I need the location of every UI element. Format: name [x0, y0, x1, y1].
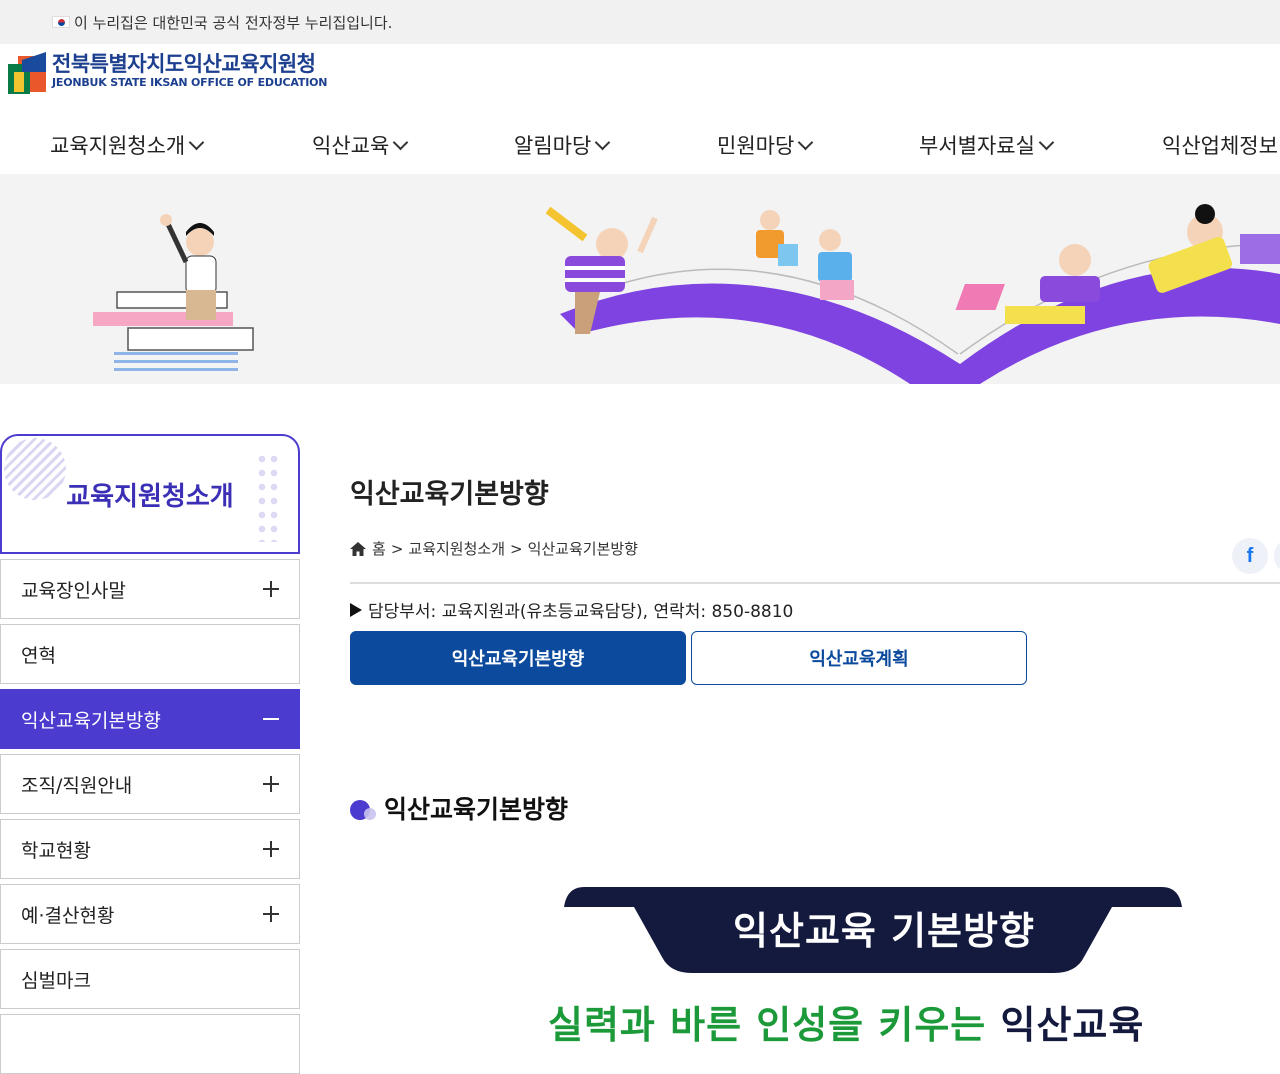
lnb-item-symbol[interactable]: 심벌마크 [0, 949, 300, 1009]
gnb-item-about[interactable]: 교육지원청소개 [50, 130, 205, 160]
gnb-item-iksan-edu[interactable]: 익산교육 [312, 130, 409, 160]
logo-subtitle: JEONBUK STATE IKSAN OFFICE OF EDUCATION [52, 76, 328, 89]
logo-title: 전북특별자치도익산교육지원청 [52, 52, 316, 76]
gnb-item-company[interactable]: 익산업체정보 [1162, 130, 1278, 160]
plus-icon [263, 906, 279, 922]
lnb-item-history[interactable]: 연혁 [0, 624, 300, 684]
triangle-right-icon [350, 602, 362, 617]
lnb-title: 교육지원청소개 [0, 434, 300, 554]
facebook-icon: f [1246, 544, 1254, 567]
dept-info: 담당부서: 교육지원과(유초등교육담당), 연락처: 850-8810 [350, 597, 793, 622]
gnb-item-civil[interactable]: 민원마당 [717, 130, 814, 160]
tab-basic-direction[interactable]: 익산교육기본방향 [350, 631, 686, 685]
gnb-item-notice[interactable]: 알림마당 [514, 130, 611, 160]
chevron-down-icon [1038, 134, 1055, 150]
facebook-share-button[interactable]: f [1232, 538, 1268, 574]
lnb-item-budget[interactable]: 예·결산현황 [0, 884, 300, 944]
minus-icon [263, 718, 279, 720]
lnb-item-organization[interactable]: 조직/직원안내 [0, 754, 300, 814]
plus-icon [263, 776, 279, 792]
breadcrumb-separator: > [510, 539, 523, 558]
breadcrumb: 홈 > 교육지원청소개 > 익산교육기본방향 [350, 538, 638, 559]
plus-icon [263, 581, 279, 597]
chevron-down-icon [188, 134, 205, 150]
section-title: 익산교육기본방향 [350, 790, 568, 826]
divider [350, 582, 1280, 584]
chevron-down-icon [798, 134, 814, 150]
logo-mark-icon [8, 52, 46, 94]
breadcrumb-level2[interactable]: 익산교육기본방향 [528, 538, 638, 559]
breadcrumb-separator: > [390, 539, 404, 558]
home-icon[interactable] [350, 541, 366, 556]
gnb-item-dept-data[interactable]: 부서별자료실 [919, 130, 1055, 160]
share-button[interactable] [1274, 538, 1280, 574]
breadcrumb-level1[interactable]: 교육지원청소개 [408, 538, 505, 559]
students-illustration [93, 204, 1280, 384]
gov-notice-bar: 이 누리집은 대한민국 공식 전자정부 누리집입니다. [0, 0, 1280, 44]
chevron-down-icon [595, 134, 611, 150]
lnb-item-basic-direction[interactable]: 익산교육기본방향 [0, 689, 300, 749]
lnb-item-greeting[interactable]: 교육장인사말 [0, 559, 300, 619]
site-logo[interactable]: 전북특별자치도익산교육지원청 JEONBUK STATE IKSAN OFFIC… [8, 52, 327, 94]
plus-icon [263, 841, 279, 857]
sub-visual-banner [0, 174, 1280, 384]
tab-education-plan[interactable]: 익산교육계획 [691, 631, 1027, 685]
lnb-item-next[interactable] [0, 1014, 300, 1074]
page-title: 익산교육기본방향 [350, 479, 549, 510]
chevron-down-icon [393, 134, 409, 150]
breadcrumb-home[interactable]: 홈 [372, 538, 386, 559]
bullet-icon [350, 796, 378, 820]
lnb-item-school-status[interactable]: 학교현황 [0, 819, 300, 879]
poster-subline: 실력과 바른 인성을 키우는 익산교육 [548, 1003, 1145, 1047]
main-nav: 교육지원청소개 익산교육 알림마당 민원마당 부서별자료실 익산업체정보 [0, 118, 1280, 172]
gov-notice-text: 이 누리집은 대한민국 공식 전자정부 누리집입니다. [74, 13, 393, 32]
poster-heading: 익산교육 기본방향 [733, 909, 1035, 953]
korea-flag-icon [52, 16, 70, 28]
